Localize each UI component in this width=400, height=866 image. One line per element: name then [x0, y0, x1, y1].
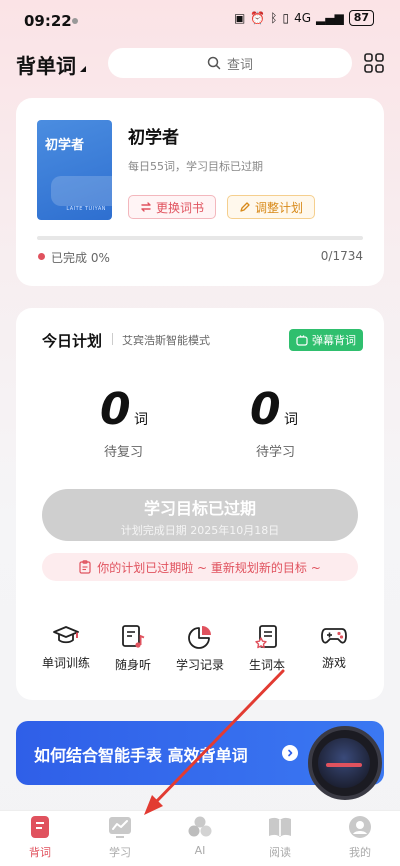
vibrate-icon: ▯ [282, 11, 290, 25]
signal-icon: ▂▄▆ [316, 11, 344, 25]
progress-track [37, 236, 363, 240]
plan-title: 今日计划 [42, 332, 103, 350]
nfc-icon: ▣ [233, 11, 246, 25]
status-time: 09:22 [24, 12, 72, 30]
book-name: 初学者 [128, 128, 179, 148]
learn-label: 待学习 [256, 445, 296, 460]
review-count: 0 [100, 384, 131, 435]
expired-notice[interactable]: 你的计划已过期啦 ~ 重新规划新的目标 ~ [42, 553, 358, 581]
bluetooth-icon: ᛒ [270, 11, 278, 25]
notice-text: 你的计划已过期啦 ~ 重新规划新的目标 ~ [97, 560, 321, 575]
notebook-star-icon [255, 625, 277, 649]
tab-label: 我的 [349, 846, 371, 859]
battery-indicator: 87 [348, 10, 374, 26]
tab-label: 阅读 [269, 846, 291, 859]
feature-games[interactable]: 游戏 [299, 624, 369, 671]
expired-title: 学习目标已过期 [143, 499, 256, 518]
feature-label: 游戏 [321, 656, 346, 670]
read-icon [269, 817, 291, 837]
adjust-plan-label: 调整计划 [254, 200, 303, 215]
gamepad-icon [321, 628, 347, 644]
tab-profile[interactable]: 我的 [330, 815, 390, 860]
graduation-cap-icon [53, 626, 79, 644]
music-note-icon [122, 625, 145, 648]
plan-mode[interactable]: 艾宾浩斯智能模式 [122, 332, 210, 348]
status-notification-dot [72, 18, 78, 24]
cover-subtitle: LAITE TUIYAN [66, 206, 106, 212]
cover-decoration [51, 176, 112, 206]
tab-label: 背词 [29, 846, 51, 859]
word-count: 0/1734 [320, 249, 363, 263]
book-cover[interactable]: 初学者 LAITE TUIYAN [37, 120, 112, 220]
network-label: 4G [294, 11, 311, 25]
change-book-button[interactable]: 更换词书 [128, 195, 216, 219]
page-title[interactable]: 背单词 [16, 50, 76, 79]
title-dropdown-icon[interactable] [80, 66, 86, 72]
progress-label: 已完成 0% [51, 251, 110, 265]
book-icon [31, 816, 49, 838]
feature-label: 单词训练 [41, 656, 90, 670]
alarm-icon: ⏰ [250, 11, 266, 25]
search-icon [207, 56, 221, 70]
tab-label: 学习 [109, 846, 131, 859]
feature-label: 学习记录 [175, 658, 224, 672]
clipboard-icon [79, 560, 91, 574]
divider [112, 333, 113, 345]
change-book-label: 更换词书 [155, 200, 204, 215]
feature-vocab-book[interactable]: 生词本 [232, 624, 302, 673]
chart-icon [109, 817, 131, 838]
tv-icon [296, 334, 308, 346]
search-placeholder: 查词 [226, 57, 253, 73]
tab-reading[interactable]: 阅读 [250, 815, 310, 860]
feature-label: 随身听 [114, 658, 151, 672]
learn-unit: 词 [284, 412, 298, 428]
tab-ai[interactable]: AI [170, 815, 230, 857]
apps-grid-icon[interactable] [364, 53, 384, 73]
tab-vocab[interactable]: 背词 [10, 815, 70, 860]
danmu-label: 弹幕背词 [312, 334, 356, 347]
progress-dot [38, 253, 45, 260]
feature-study-record[interactable]: 学习记录 [165, 624, 235, 673]
learn-count: 0 [250, 384, 281, 435]
ai-icon [188, 816, 212, 837]
chevron-right-icon[interactable] [282, 745, 298, 761]
adjust-plan-button[interactable]: 调整计划 [227, 195, 315, 219]
feature-audio[interactable]: 随身听 [98, 624, 168, 673]
feature-label: 生词本 [248, 658, 285, 672]
feature-word-training[interactable]: 单词训练 [31, 624, 101, 671]
status-icons: ▣ ⏰ ᛒ ▯ 4G ▂▄▆ 87 [234, 10, 374, 26]
banner-text: 如何结合智能手表 高效背单词 [34, 746, 248, 765]
review-unit: 词 [134, 412, 148, 428]
book-description: 每日55词，学习目标已过期 [128, 160, 263, 173]
cover-title: 初学者 [45, 138, 85, 153]
danmu-button[interactable]: 弹幕背词 [289, 329, 363, 351]
tab-study[interactable]: 学习 [90, 815, 150, 860]
search-input[interactable]: 查词 [108, 48, 352, 78]
pie-chart-icon [188, 626, 211, 649]
edit-icon [240, 202, 250, 212]
smartwatch-bar [326, 763, 362, 767]
tab-label: AI [194, 844, 206, 857]
profile-icon [349, 816, 371, 838]
expired-date: 计划完成日期 2025年10月18日 [120, 524, 280, 537]
swap-icon [141, 202, 151, 212]
expired-goal-button[interactable]: 学习目标已过期 计划完成日期 2025年10月18日 [42, 489, 358, 541]
review-label: 待复习 [104, 445, 144, 460]
